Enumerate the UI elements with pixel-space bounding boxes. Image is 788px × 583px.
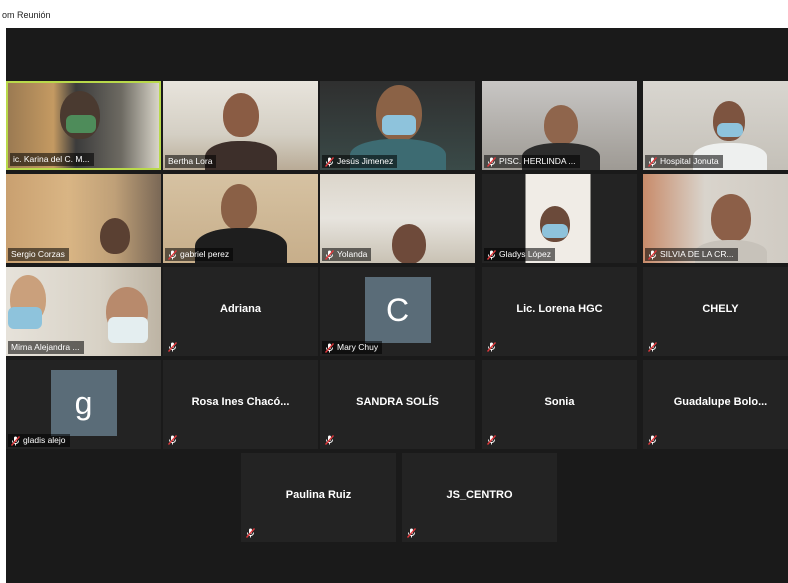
participant-tile-yolanda[interactable]: Yolanda [320,174,475,263]
participant-name: Lic. Lorena HGC [516,303,603,315]
participant-name-label: Mirna Alejandra ... [8,341,84,354]
participant-name-label: Bertha Lora [165,155,217,168]
participant-name: Sonia [544,396,575,408]
participant-tile-js-centro[interactable]: JS_CENTRO [402,453,557,542]
participant-tile-mary-chuy[interactable]: C Mary Chuy [320,267,475,356]
gallery-view: ic. Karina del C. M... Bertha Lora Jesús… [6,28,788,583]
mic-muted-icon [648,156,657,167]
participant-name-label: PISC. HERLINDA ... [484,155,580,168]
mic-muted-icon [648,435,657,445]
participant-tile-herlinda[interactable]: PISC. HERLINDA ... [482,81,637,170]
participant-name-label: gladis alejo [8,434,70,447]
mic-muted-icon [168,342,177,352]
participant-name-label: Gladys López [484,248,555,261]
mic-muted-icon [487,249,496,260]
participant-tile-lorena[interactable]: Lic. Lorena HGC [482,267,637,356]
participant-tile-adriana[interactable]: Adriana [163,267,318,356]
participant-name: Guadalupe Bolo... [673,396,768,408]
window-title: om Reunión [2,10,51,20]
title-bar: om Reunión [0,0,788,28]
participant-tile-jesus[interactable]: Jesús Jimenez [320,81,475,170]
participant-tile-hospital-jonuta[interactable]: Hospital Jonuta [643,81,788,170]
participant-tile-guadalupe[interactable]: Guadalupe Bolo... [643,360,788,449]
participant-tile-mirna[interactable]: Mirna Alejandra ... [6,267,161,356]
participant-tile-rosa[interactable]: Rosa Ines Chacó... [163,360,318,449]
mic-muted-icon [11,435,20,446]
avatar: g [50,370,117,436]
participant-tile-silvia[interactable]: SILVIA DE LA CR... [643,174,788,263]
participant-name-label: gabriel perez [165,248,234,261]
participant-tile-sandra[interactable]: SANDRA SOLÍS [320,360,475,449]
participant-tile-chely[interactable]: CHELY [643,267,788,356]
participant-tile-bertha[interactable]: Bertha Lora [163,81,318,170]
participant-tile-sergio[interactable]: Sergio Corzas [6,174,161,263]
participant-name-label: Yolanda [322,248,372,261]
participant-tile-karina[interactable]: ic. Karina del C. M... [6,81,161,170]
mic-muted-icon [487,156,496,167]
participant-name: SANDRA SOLÍS [356,396,439,408]
mic-muted-icon [325,342,334,353]
mic-muted-icon [325,249,334,260]
participant-name-label: Hospital Jonuta [645,155,723,168]
participant-name-label: ic. Karina del C. M... [10,153,94,166]
participant-tile-paulina[interactable]: Paulina Ruiz [241,453,396,542]
mic-muted-icon [487,435,496,445]
mic-muted-icon [325,156,334,167]
mic-muted-icon [648,249,657,260]
participant-name-label: SILVIA DE LA CR... [645,248,738,261]
participant-tile-gladis[interactable]: g gladis alejo [6,360,161,449]
participant-name-label: Mary Chuy [322,341,383,354]
participant-tile-gabriel[interactable]: gabriel perez [163,174,318,263]
participant-name: Paulina Ruiz [285,489,352,501]
mic-muted-icon [246,528,255,538]
participant-name-label: Jesús Jimenez [322,155,398,168]
participant-name: JS_CENTRO [446,489,513,501]
participant-name-label: Sergio Corzas [8,248,69,261]
mic-muted-icon [168,435,177,445]
participant-tile-gladys[interactable]: Gladys López [482,174,637,263]
mic-muted-icon [648,342,657,352]
avatar: C [364,277,431,343]
participant-name: CHELY [702,303,739,315]
participant-name: Adriana [220,303,261,315]
mic-muted-icon [168,249,177,260]
mic-muted-icon [487,342,496,352]
participant-tile-sonia[interactable]: Sonia [482,360,637,449]
mic-muted-icon [407,528,416,538]
mic-muted-icon [325,435,334,445]
participant-name: Rosa Ines Chacó... [191,396,290,408]
